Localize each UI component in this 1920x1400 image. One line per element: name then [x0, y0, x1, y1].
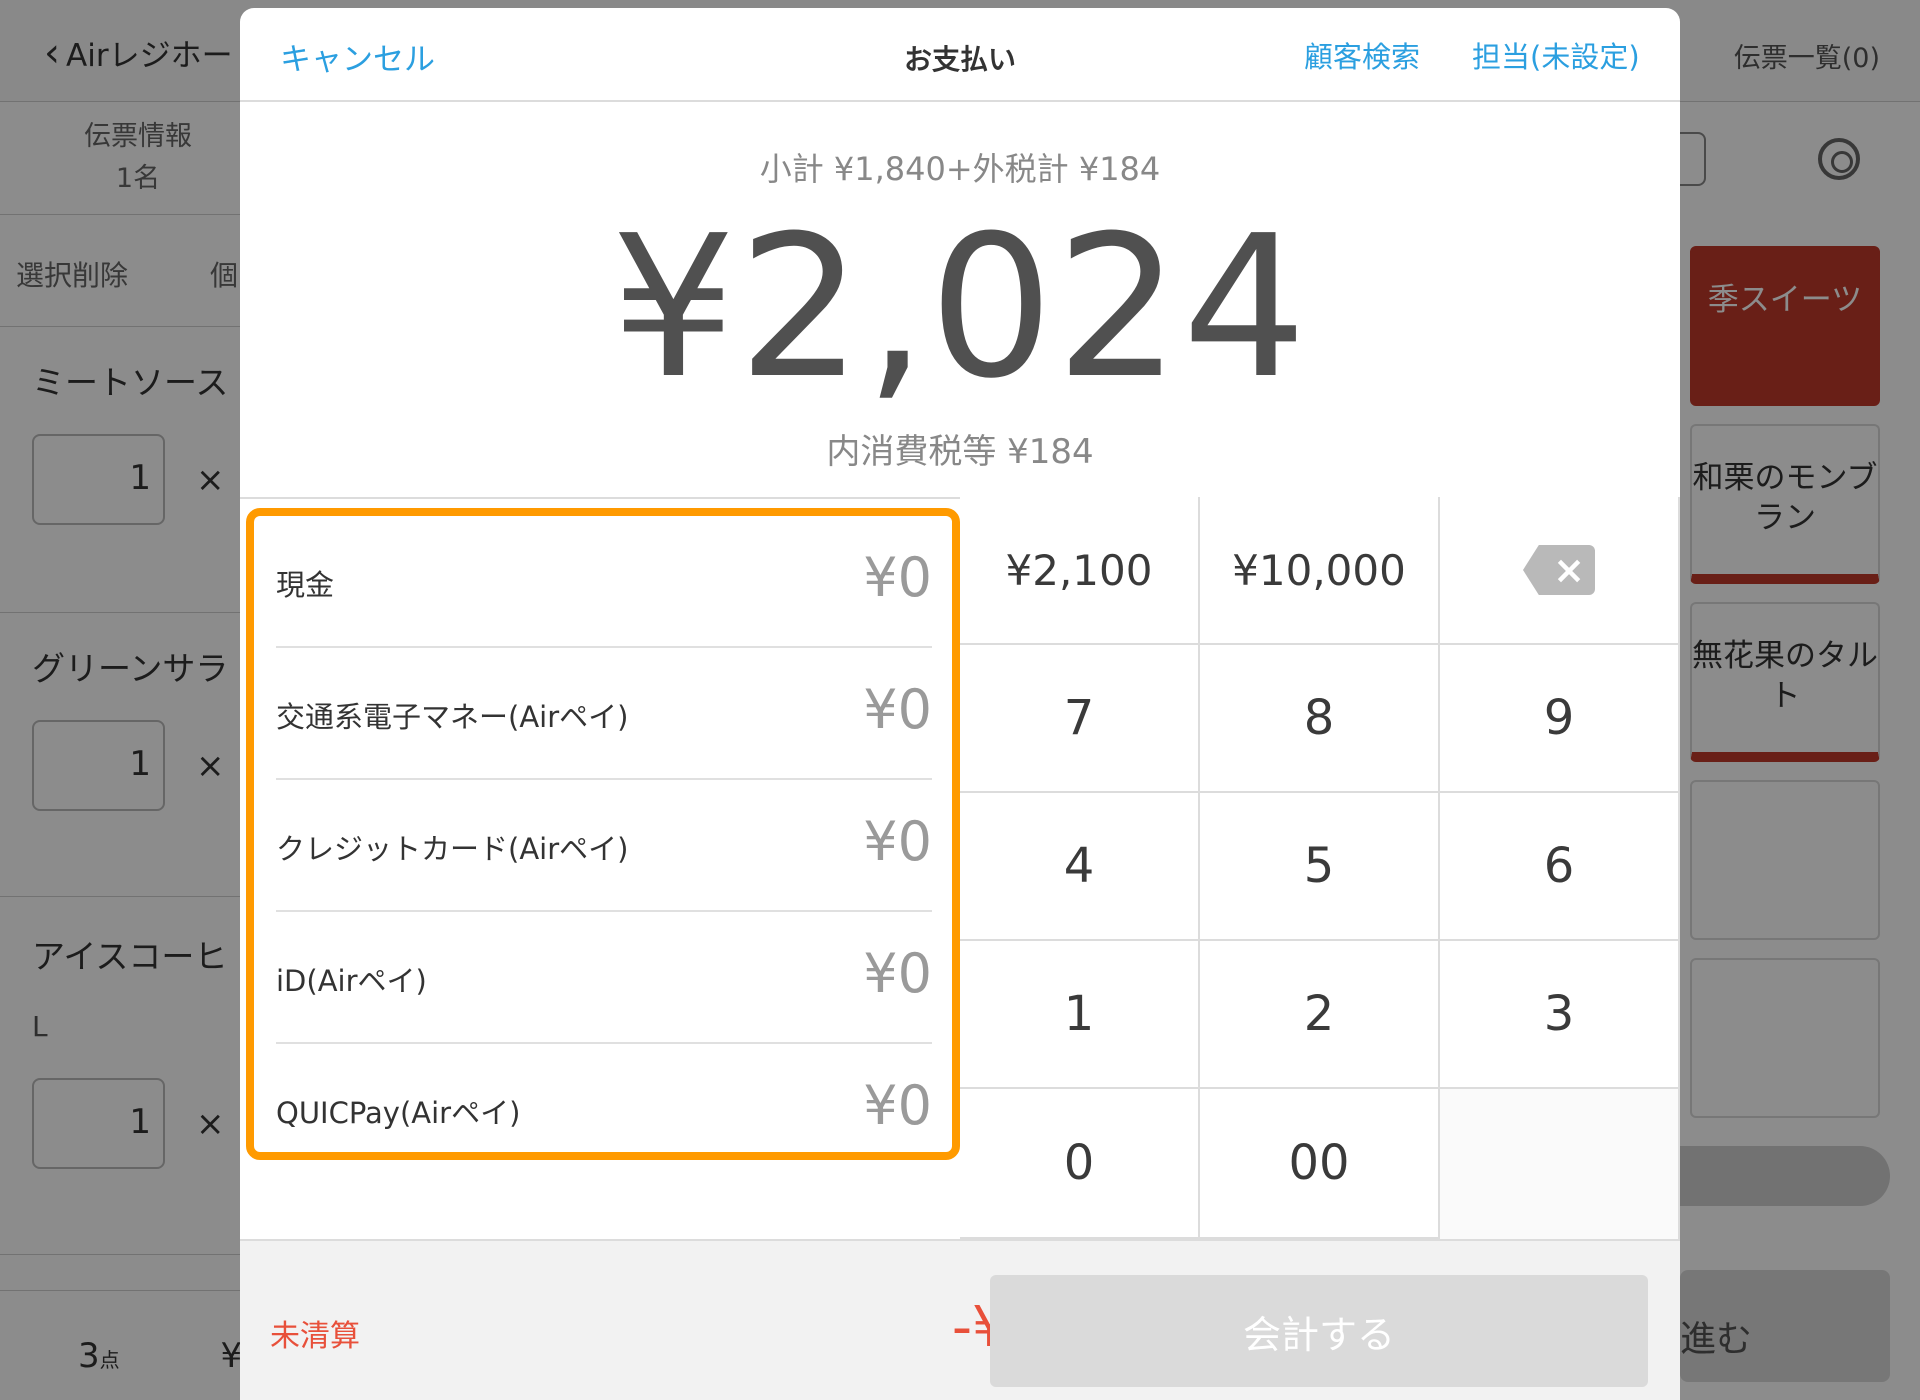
quick-amount-button[interactable]: ¥10,000 — [1200, 497, 1440, 645]
modal-title: お支払い — [903, 43, 1016, 76]
unsettled-label: 未清算 — [270, 1319, 360, 1354]
payment-method-amount: ¥0 — [863, 546, 932, 609]
staff-select-button[interactable]: 担当(未設定) — [1472, 34, 1640, 76]
key-00[interactable]: 00 — [1200, 1089, 1440, 1239]
key-2[interactable]: 2 — [1200, 941, 1440, 1089]
payment-methods-list: 現金 ¥0 交通系電子マネー(Airペイ) ¥0 クレジットカード(Airペイ)… — [246, 508, 960, 1160]
backspace-button[interactable]: × — [1440, 497, 1680, 645]
keypad-blank — [1440, 1089, 1680, 1239]
payment-method-transit-emoney[interactable]: 交通系電子マネー(Airペイ) ¥0 — [276, 648, 932, 780]
payment-footer: 未清算 -¥2,024 会計する — [240, 1239, 1680, 1400]
payment-method-amount: ¥0 — [863, 810, 932, 873]
payment-modal: キャンセル お支払い 顧客検索 担当(未設定) 小計 ¥1,840+外税計 ¥1… — [240, 8, 1680, 1400]
payment-method-id[interactable]: iD(Airペイ) ¥0 — [276, 912, 932, 1044]
payment-method-label: iD(Airペイ) — [276, 964, 427, 998]
quick-amount-button[interactable]: ¥2,100 — [960, 497, 1200, 645]
payment-method-credit-card[interactable]: クレジットカード(Airペイ) ¥0 — [276, 780, 932, 912]
subtotal-line: 小計 ¥1,840+外税計 ¥184 — [759, 150, 1161, 188]
checkout-button[interactable]: 会計する — [990, 1275, 1648, 1387]
payment-method-label: クレジットカード(Airペイ) — [276, 832, 629, 866]
key-0[interactable]: 0 — [960, 1089, 1200, 1239]
payment-method-cash[interactable]: 現金 ¥0 — [276, 516, 932, 648]
key-7[interactable]: 7 — [960, 645, 1200, 793]
payment-method-label: 交通系電子マネー(Airペイ) — [276, 700, 629, 734]
key-9[interactable]: 9 — [1440, 645, 1680, 793]
key-3[interactable]: 3 — [1440, 941, 1680, 1089]
customer-search-button[interactable]: 顧客検索 — [1304, 34, 1420, 76]
numeric-keypad: ¥2,100 ¥10,000 × 7 8 9 4 5 6 1 2 3 0 00 — [960, 497, 1680, 1239]
tax-line: 内消費税等 ¥184 — [826, 432, 1094, 472]
cancel-button[interactable]: キャンセル — [280, 34, 435, 79]
modal-header: キャンセル お支払い 顧客検索 担当(未設定) — [240, 8, 1680, 102]
payment-method-quicpay[interactable]: QUICPay(Airペイ) ¥0 — [276, 1044, 932, 1176]
backspace-icon: × — [1523, 545, 1595, 595]
key-8[interactable]: 8 — [1200, 645, 1440, 793]
payment-method-label: QUICPay(Airペイ) — [276, 1096, 521, 1130]
key-4[interactable]: 4 — [960, 793, 1200, 941]
payment-method-amount: ¥0 — [863, 942, 932, 1005]
key-1[interactable]: 1 — [960, 941, 1200, 1089]
key-6[interactable]: 6 — [1440, 793, 1680, 941]
payment-method-label: 現金 — [276, 568, 335, 602]
total-amount: ¥2,024 — [611, 194, 1309, 422]
payment-method-amount: ¥0 — [863, 1074, 932, 1137]
key-5[interactable]: 5 — [1200, 793, 1440, 941]
payment-method-amount: ¥0 — [863, 678, 932, 741]
